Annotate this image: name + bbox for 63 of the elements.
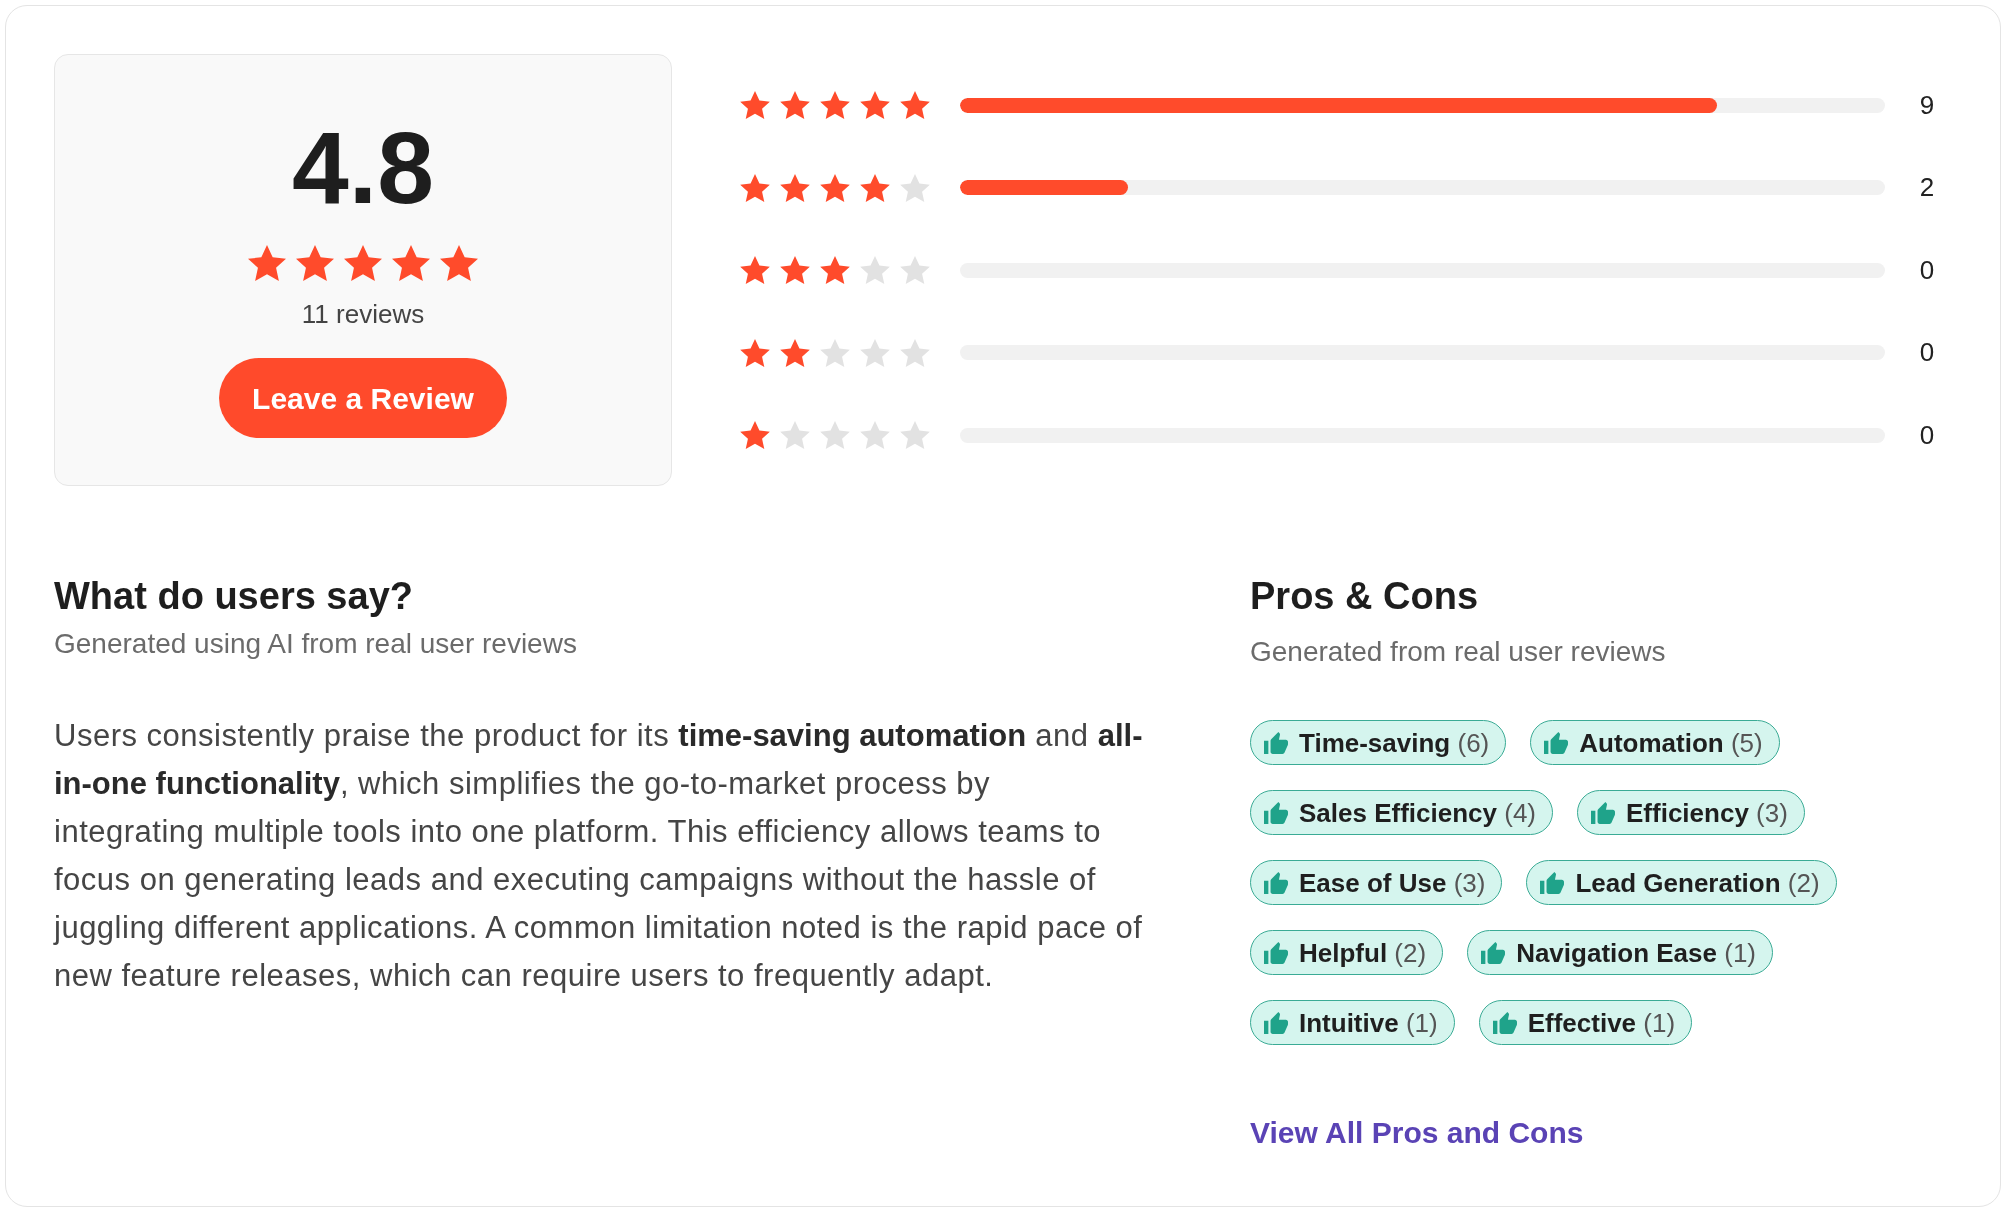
star-icon [860, 256, 890, 284]
thumbs-up-icon [1264, 941, 1288, 964]
pro-tag[interactable]: Lead Generation (2) [1526, 860, 1837, 905]
star-icon [900, 256, 930, 284]
star-icon [780, 256, 810, 284]
star-icon [820, 256, 850, 284]
star-icon [780, 91, 810, 119]
star-icon [900, 173, 930, 202]
section-subtitle: Generated from real user reviews [1250, 635, 1667, 669]
star-icon [740, 256, 770, 284]
pro-tag[interactable]: Efficiency (3) [1577, 790, 1805, 835]
view-all-pros-cons-link[interactable]: View All Pros and Cons [1250, 1116, 1584, 1149]
thumbs-up-icon [1544, 731, 1569, 754]
star-icon [248, 245, 286, 281]
thumbs-up-icon [1264, 871, 1288, 894]
rating-count: 2 [1918, 171, 1936, 204]
pro-tag[interactable]: Sales Efficiency (4) [1250, 790, 1553, 835]
rating-count: 0 [1918, 336, 1936, 369]
star-icon [860, 421, 890, 449]
pro-tag[interactable]: Automation (5) [1530, 720, 1780, 765]
star-icon [740, 338, 770, 367]
star-icon [820, 91, 850, 119]
star-icon [440, 245, 478, 281]
star-icon [860, 173, 890, 202]
star-icon [820, 421, 850, 449]
star-icon [780, 421, 810, 449]
rating-count: 0 [1918, 253, 1936, 287]
thumbs-up-icon [1492, 1011, 1517, 1034]
thumbs-up-icon [1591, 801, 1615, 824]
section-heading: Pros & Cons [1250, 574, 1480, 619]
pro-tag[interactable]: Intuitive (1) [1250, 1000, 1455, 1045]
star-icon [392, 245, 430, 281]
rating-count: 0 [1918, 418, 1936, 452]
thumbs-up-icon [1540, 871, 1565, 894]
star-icon [780, 173, 810, 202]
section-subtitle: Generated using AI from real user reviews [54, 627, 578, 661]
star-icon [740, 91, 770, 119]
thumbs-up-icon [1264, 1011, 1288, 1034]
section-heading: What do users say? [54, 574, 414, 619]
star-icon [740, 421, 770, 449]
summary-paragraph: Users consistently praise the product for its time-saving automation and all-in-one functionality, which simplifies the go-to-market process by integrating multiple tools into one platform. This efficiency allows teams to focus on generating leads and executing campaigns without the hassle of juggling different applications. A common limitation noted is the rapid pace of new feature releases, which can require users to frequently adapt. [54, 717, 1144, 995]
star-icon [860, 338, 890, 367]
thumbs-up-icon [1264, 731, 1288, 754]
star-icon [296, 245, 334, 281]
average-rating: 4.8 [292, 117, 434, 219]
star-icon [344, 245, 382, 281]
star-icon [820, 338, 850, 367]
star-icon [900, 338, 930, 367]
star-icon [780, 338, 810, 367]
review-count: 11 reviews [301, 299, 425, 329]
star-icon [860, 91, 890, 119]
pro-tag[interactable]: Ease of Use (3) [1250, 860, 1503, 905]
star-icon [820, 173, 850, 202]
thumbs-up-icon [1264, 801, 1288, 824]
pro-tag[interactable]: Effective (1) [1478, 1000, 1693, 1045]
rating-count: 9 [1918, 88, 1936, 122]
thumbs-up-icon [1481, 941, 1506, 964]
pro-tag[interactable]: Helpful (2) [1250, 930, 1444, 975]
pro-tag[interactable]: Time-saving (6) [1250, 720, 1507, 765]
star-icon [900, 421, 930, 449]
star-icon [740, 173, 770, 202]
star-icon [900, 91, 930, 119]
pro-tag[interactable]: Navigation Ease (1) [1467, 930, 1773, 975]
